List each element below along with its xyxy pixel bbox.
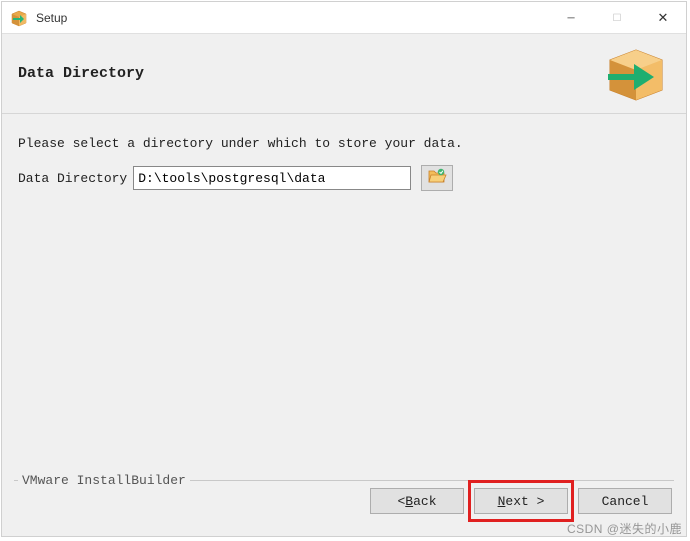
window-title: Setup xyxy=(36,11,67,25)
wizard-box-arrow-icon xyxy=(604,44,668,108)
title-left: Setup xyxy=(10,9,67,27)
vendor-label: VMware InstallBuilder xyxy=(18,473,190,488)
back-button[interactable]: < Back xyxy=(370,488,464,514)
data-directory-label: Data Directory xyxy=(18,171,127,186)
cancel-button[interactable]: Cancel xyxy=(578,488,672,514)
data-directory-row: Data Directory xyxy=(18,165,670,191)
next-button[interactable]: Next > xyxy=(474,488,568,514)
close-button[interactable]: ✕ xyxy=(640,2,686,34)
footer: VMware InstallBuilder < Back Next > Canc… xyxy=(2,466,686,536)
data-directory-input[interactable] xyxy=(133,166,411,190)
maximize-button: ☐ xyxy=(594,2,640,34)
content-area: Please select a directory under which to… xyxy=(2,114,686,460)
window-controls: ─ ☐ ✕ xyxy=(548,2,686,33)
setup-window: Setup ─ ☐ ✕ Data Directory Please select… xyxy=(1,1,687,537)
instruction-text: Please select a directory under which to… xyxy=(18,136,670,151)
header-band: Data Directory xyxy=(2,34,686,114)
app-box-arrow-icon xyxy=(10,9,28,27)
page-title: Data Directory xyxy=(18,65,144,82)
titlebar: Setup ─ ☐ ✕ xyxy=(2,2,686,34)
button-row: < Back Next > Cancel xyxy=(370,488,672,514)
minimize-button[interactable]: ─ xyxy=(548,2,594,34)
folder-open-icon xyxy=(427,167,447,189)
browse-button[interactable] xyxy=(421,165,453,191)
